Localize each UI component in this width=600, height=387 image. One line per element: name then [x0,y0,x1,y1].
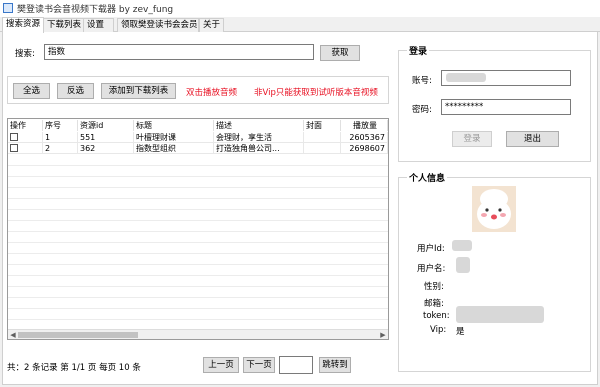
search-input[interactable]: 指数 [44,44,314,60]
vip-hint: 非Vip只能获取到试听版本音视频 [254,88,378,98]
page-number-input[interactable] [279,356,313,374]
token-label: token: [423,311,450,321]
cell-cover [304,132,341,143]
grid-line [8,264,388,265]
cell-description: 打造独角兽公司... [214,143,304,154]
blurred-token [456,306,544,323]
invert-selection-button[interactable]: 反选 [57,83,94,99]
cell-plays: 2605367 [341,132,388,143]
grid-line [8,308,388,309]
cell-id: 362 [78,143,134,154]
pager-status: 共：2 条记录 第 1/1 页 每页 10 条 [7,363,141,373]
tab-search[interactable]: 搜索资源 [2,17,44,33]
table-header: 操作 序号 资源id 标题 描述 封面 播放量 [8,120,388,131]
app-icon [3,3,13,13]
grid-line [8,297,388,298]
horizontal-scrollbar[interactable]: ◀ ▶ [8,329,388,339]
add-to-download-button[interactable]: 添加到下载列表 [101,83,176,99]
row-checkbox[interactable] [10,133,18,141]
jump-button[interactable]: 跳转到 [319,357,351,373]
column-header[interactable]: 标题 [134,120,214,131]
column-header[interactable]: 封面 [304,120,341,131]
results-table[interactable]: 操作 序号 资源id 标题 描述 封面 播放量 1 551 叶檀理财课 会理财，… [7,118,389,340]
password-field[interactable]: ********* [441,99,571,115]
profile-title: 个人信息 [407,171,448,184]
grid-line [8,220,388,221]
row-checkbox-cell[interactable] [8,132,43,143]
username-label: 用户名: [417,264,446,274]
tab-bar: 搜索资源 下载列表 设置 领取樊登读书会会员 关于 [0,17,600,33]
tab-download-list[interactable]: 下载列表 [43,18,84,32]
table-row[interactable]: 1 551 叶檀理财课 会理财，享生活 2605367 [8,132,388,143]
grid-line [8,319,388,320]
select-all-button[interactable]: 全选 [13,83,50,99]
column-header[interactable]: 序号 [43,120,78,131]
next-page-button[interactable]: 下一页 [243,357,275,373]
cell-id: 551 [78,132,134,143]
grid-line [8,176,388,177]
password-label: 密码: [412,105,432,115]
cell-title: 指数型组织 [134,143,214,154]
login-title: 登录 [407,44,430,57]
grid-line [8,253,388,254]
scroll-right-icon[interactable]: ▶ [378,330,388,339]
scrollbar-thumb[interactable] [18,332,138,338]
cell-plays: 2698607 [341,143,388,154]
column-header[interactable]: 资源id [78,120,134,131]
vip-value: 是 [456,327,465,337]
cell-index: 1 [43,132,78,143]
avatar [472,186,516,232]
blurred-account [446,73,486,82]
column-header[interactable]: 播放量 [341,120,388,131]
grid-line [8,286,388,287]
cell-description: 会理财，享生活 [214,132,304,143]
grid-line [8,242,388,243]
blurred-user-id [452,240,472,251]
grid-line [8,209,388,210]
cell-title: 叶檀理财课 [134,132,214,143]
blurred-username [456,257,470,273]
tab-get-membership[interactable]: 领取樊登读书会会员 [117,18,199,32]
row-checkbox-cell[interactable] [8,143,43,154]
avatar-image [472,186,516,232]
double-click-hint: 双击播放音频 [186,88,238,98]
account-label: 账号: [412,76,432,86]
column-header[interactable]: 描述 [214,120,304,131]
search-label: 搜索: [15,49,35,59]
column-header[interactable]: 操作 [8,120,43,131]
row-checkbox[interactable] [10,144,18,152]
table-row[interactable]: 2 362 指数型组织 打造独角兽公司... 2698607 [8,143,388,154]
window-title: 樊登读书会音视频下载器 by zev_fung [17,5,174,15]
grid-line [8,198,388,199]
vip-label: Vip: [430,325,447,335]
tab-about[interactable]: 关于 [199,18,224,32]
cell-index: 2 [43,143,78,154]
gender-label: 性别: [424,282,444,292]
scroll-left-icon[interactable]: ◀ [8,330,18,339]
user-id-label: 用户Id: [417,244,445,254]
email-label: 邮箱: [424,299,444,309]
grid-line [8,231,388,232]
grid-line [8,187,388,188]
grid-line [8,275,388,276]
fetch-button[interactable]: 获取 [320,45,360,61]
grid-line [8,165,388,166]
tab-settings[interactable]: 设置 [83,18,114,32]
login-button[interactable]: 登录 [452,131,492,147]
title-bar: 樊登读书会音视频下载器 by zev_fung [0,0,600,17]
prev-page-button[interactable]: 上一页 [203,357,239,373]
logout-button[interactable]: 退出 [506,131,559,147]
cell-cover [304,143,341,154]
